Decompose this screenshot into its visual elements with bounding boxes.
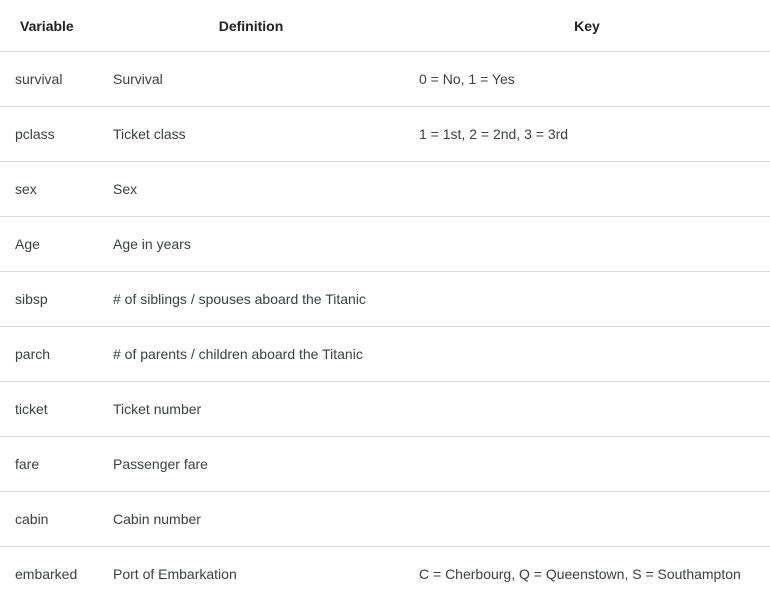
cell-key	[404, 162, 770, 217]
table-row: ticketTicket number	[0, 382, 770, 437]
cell-definition: Ticket number	[98, 382, 404, 437]
cell-definition: Passenger fare	[98, 437, 404, 492]
cell-key	[404, 382, 770, 437]
cell-key	[404, 437, 770, 492]
cell-key: 0 = No, 1 = Yes	[404, 52, 770, 107]
table-header: Variable Definition Key	[0, 0, 770, 52]
header-key: Key	[404, 0, 770, 52]
header-definition: Definition	[98, 0, 404, 52]
cell-definition: Ticket class	[98, 107, 404, 162]
cell-definition: Cabin number	[98, 492, 404, 547]
header-row: Variable Definition Key	[0, 0, 770, 52]
cell-key	[404, 217, 770, 272]
cell-variable: ticket	[0, 382, 98, 437]
cell-definition: Port of Embarkation	[98, 547, 404, 601]
cell-variable: sibsp	[0, 272, 98, 327]
table-row: pclassTicket class1 = 1st, 2 = 2nd, 3 = …	[0, 107, 770, 162]
table-row: sibsp# of siblings / spouses aboard the …	[0, 272, 770, 327]
table-row: sexSex	[0, 162, 770, 217]
cell-definition: Age in years	[98, 217, 404, 272]
cell-variable: pclass	[0, 107, 98, 162]
table-row: cabinCabin number	[0, 492, 770, 547]
cell-key: 1 = 1st, 2 = 2nd, 3 = 3rd	[404, 107, 770, 162]
cell-variable: embarked	[0, 547, 98, 601]
table-row: parch# of parents / children aboard the …	[0, 327, 770, 382]
cell-key	[404, 327, 770, 382]
cell-variable: sex	[0, 162, 98, 217]
data-dictionary-table: Variable Definition Key survivalSurvival…	[0, 0, 770, 601]
cell-key: C = Cherbourg, Q = Queenstown, S = South…	[404, 547, 770, 601]
table-row: farePassenger fare	[0, 437, 770, 492]
table-row: embarkedPort of EmbarkationC = Cherbourg…	[0, 547, 770, 601]
cell-definition: # of parents / children aboard the Titan…	[98, 327, 404, 382]
cell-variable: Age	[0, 217, 98, 272]
cell-key	[404, 272, 770, 327]
header-variable: Variable	[0, 0, 98, 52]
cell-variable: cabin	[0, 492, 98, 547]
cell-variable: survival	[0, 52, 98, 107]
cell-definition: Survival	[98, 52, 404, 107]
cell-definition: # of siblings / spouses aboard the Titan…	[98, 272, 404, 327]
table-body: survivalSurvival0 = No, 1 = YespclassTic…	[0, 52, 770, 601]
cell-key	[404, 492, 770, 547]
cell-definition: Sex	[98, 162, 404, 217]
table-row: AgeAge in years	[0, 217, 770, 272]
cell-variable: parch	[0, 327, 98, 382]
table-row: survivalSurvival0 = No, 1 = Yes	[0, 52, 770, 107]
cell-variable: fare	[0, 437, 98, 492]
